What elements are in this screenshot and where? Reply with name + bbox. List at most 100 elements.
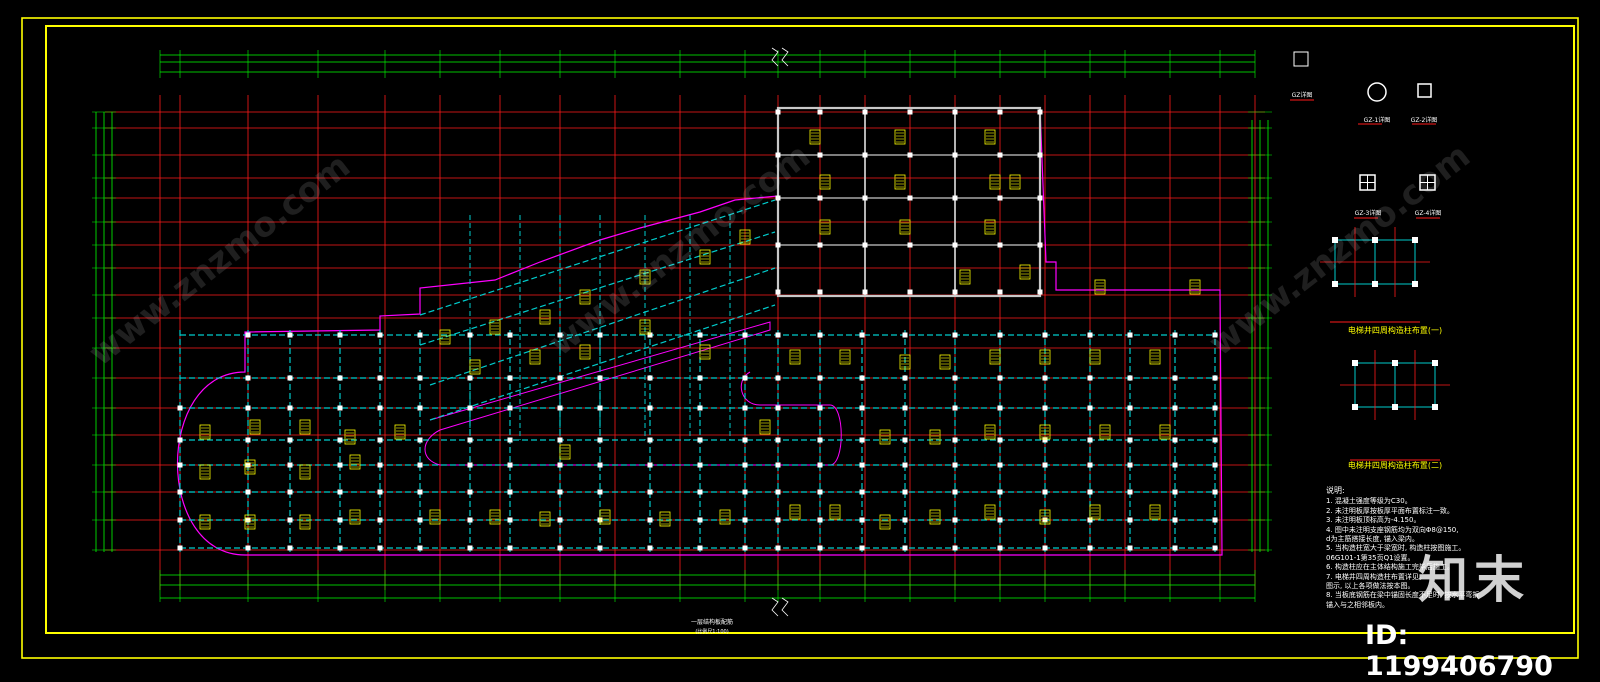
column-marker <box>997 545 1003 551</box>
column-marker <box>952 242 958 248</box>
column-marker <box>1212 437 1218 443</box>
column-marker <box>1127 489 1133 495</box>
column-marker <box>742 405 748 411</box>
column-marker <box>557 489 563 495</box>
column-marker <box>952 405 958 411</box>
column-marker <box>417 437 423 443</box>
column-marker <box>1037 289 1043 295</box>
column-marker <box>1037 195 1043 201</box>
column-marker <box>907 289 913 295</box>
column-marker <box>245 375 251 381</box>
column-marker <box>902 375 908 381</box>
elevator-column <box>1432 360 1438 366</box>
column-marker <box>417 517 423 523</box>
column-marker <box>817 437 823 443</box>
column-marker <box>1212 462 1218 468</box>
column-marker <box>997 195 1003 201</box>
column-marker <box>177 462 183 468</box>
column-marker <box>287 489 293 495</box>
column-marker <box>557 405 563 411</box>
column-marker <box>1212 545 1218 551</box>
plan-scale: (比例尺1:100) <box>695 628 728 635</box>
column-marker <box>902 545 908 551</box>
elevator-column <box>1332 281 1338 287</box>
column-marker <box>417 462 423 468</box>
column-marker <box>417 375 423 381</box>
elevator-title-1: 电梯井四周构造柱布置(一) <box>1348 325 1442 335</box>
column-marker <box>647 375 653 381</box>
column-marker <box>817 195 823 201</box>
column-marker <box>245 437 251 443</box>
column-marker <box>859 375 865 381</box>
column-marker <box>557 437 563 443</box>
column-marker <box>337 437 343 443</box>
column-marker <box>1042 437 1048 443</box>
column-marker <box>377 332 383 338</box>
column-marker <box>377 545 383 551</box>
column-marker <box>467 462 473 468</box>
column-marker <box>775 462 781 468</box>
column-marker <box>177 517 183 523</box>
column-marker <box>557 375 563 381</box>
column-marker <box>467 437 473 443</box>
column-marker <box>647 545 653 551</box>
column-marker <box>1037 109 1043 115</box>
column-marker <box>862 109 868 115</box>
elevator-column <box>1372 281 1378 287</box>
column-marker <box>597 462 603 468</box>
column-marker <box>377 375 383 381</box>
column-marker <box>952 289 958 295</box>
column-marker <box>817 152 823 158</box>
column-marker <box>697 545 703 551</box>
column-marker <box>177 489 183 495</box>
column-marker <box>1087 462 1093 468</box>
column-marker <box>817 332 823 338</box>
detail-label-gz2: GZ-2详图 <box>1411 116 1438 124</box>
column-marker <box>287 405 293 411</box>
column-marker <box>1127 517 1133 523</box>
column-marker <box>507 489 513 495</box>
column-marker <box>775 375 781 381</box>
column-marker <box>997 375 1003 381</box>
notes-heading: 说明: <box>1326 486 1345 495</box>
column-marker <box>467 545 473 551</box>
column-marker <box>507 545 513 551</box>
column-marker <box>597 437 603 443</box>
column-marker <box>817 462 823 468</box>
column-marker <box>467 489 473 495</box>
column-marker <box>287 517 293 523</box>
column-marker <box>902 437 908 443</box>
column-marker <box>997 242 1003 248</box>
column-marker <box>467 405 473 411</box>
column-marker <box>177 405 183 411</box>
column-marker <box>337 517 343 523</box>
column-marker <box>859 437 865 443</box>
column-marker <box>1087 437 1093 443</box>
column-marker <box>997 462 1003 468</box>
column-marker <box>1212 489 1218 495</box>
column-marker <box>1087 332 1093 338</box>
column-marker <box>287 437 293 443</box>
column-marker <box>775 437 781 443</box>
column-marker <box>697 405 703 411</box>
column-marker <box>902 405 908 411</box>
column-marker <box>337 545 343 551</box>
column-marker <box>775 489 781 495</box>
column-marker <box>597 405 603 411</box>
column-marker <box>337 489 343 495</box>
column-marker <box>742 462 748 468</box>
elevator-column <box>1352 360 1358 366</box>
column-marker <box>907 195 913 201</box>
column-marker <box>467 375 473 381</box>
column-marker <box>907 109 913 115</box>
elevator-column <box>1392 360 1398 366</box>
column-marker <box>1087 405 1093 411</box>
column-marker <box>287 332 293 338</box>
watermark-id: ID: 1199406790 <box>1365 620 1553 682</box>
column-marker <box>997 289 1003 295</box>
column-marker <box>775 405 781 411</box>
column-marker <box>557 462 563 468</box>
column-marker <box>817 375 823 381</box>
column-marker <box>997 109 1003 115</box>
column-marker <box>997 489 1003 495</box>
